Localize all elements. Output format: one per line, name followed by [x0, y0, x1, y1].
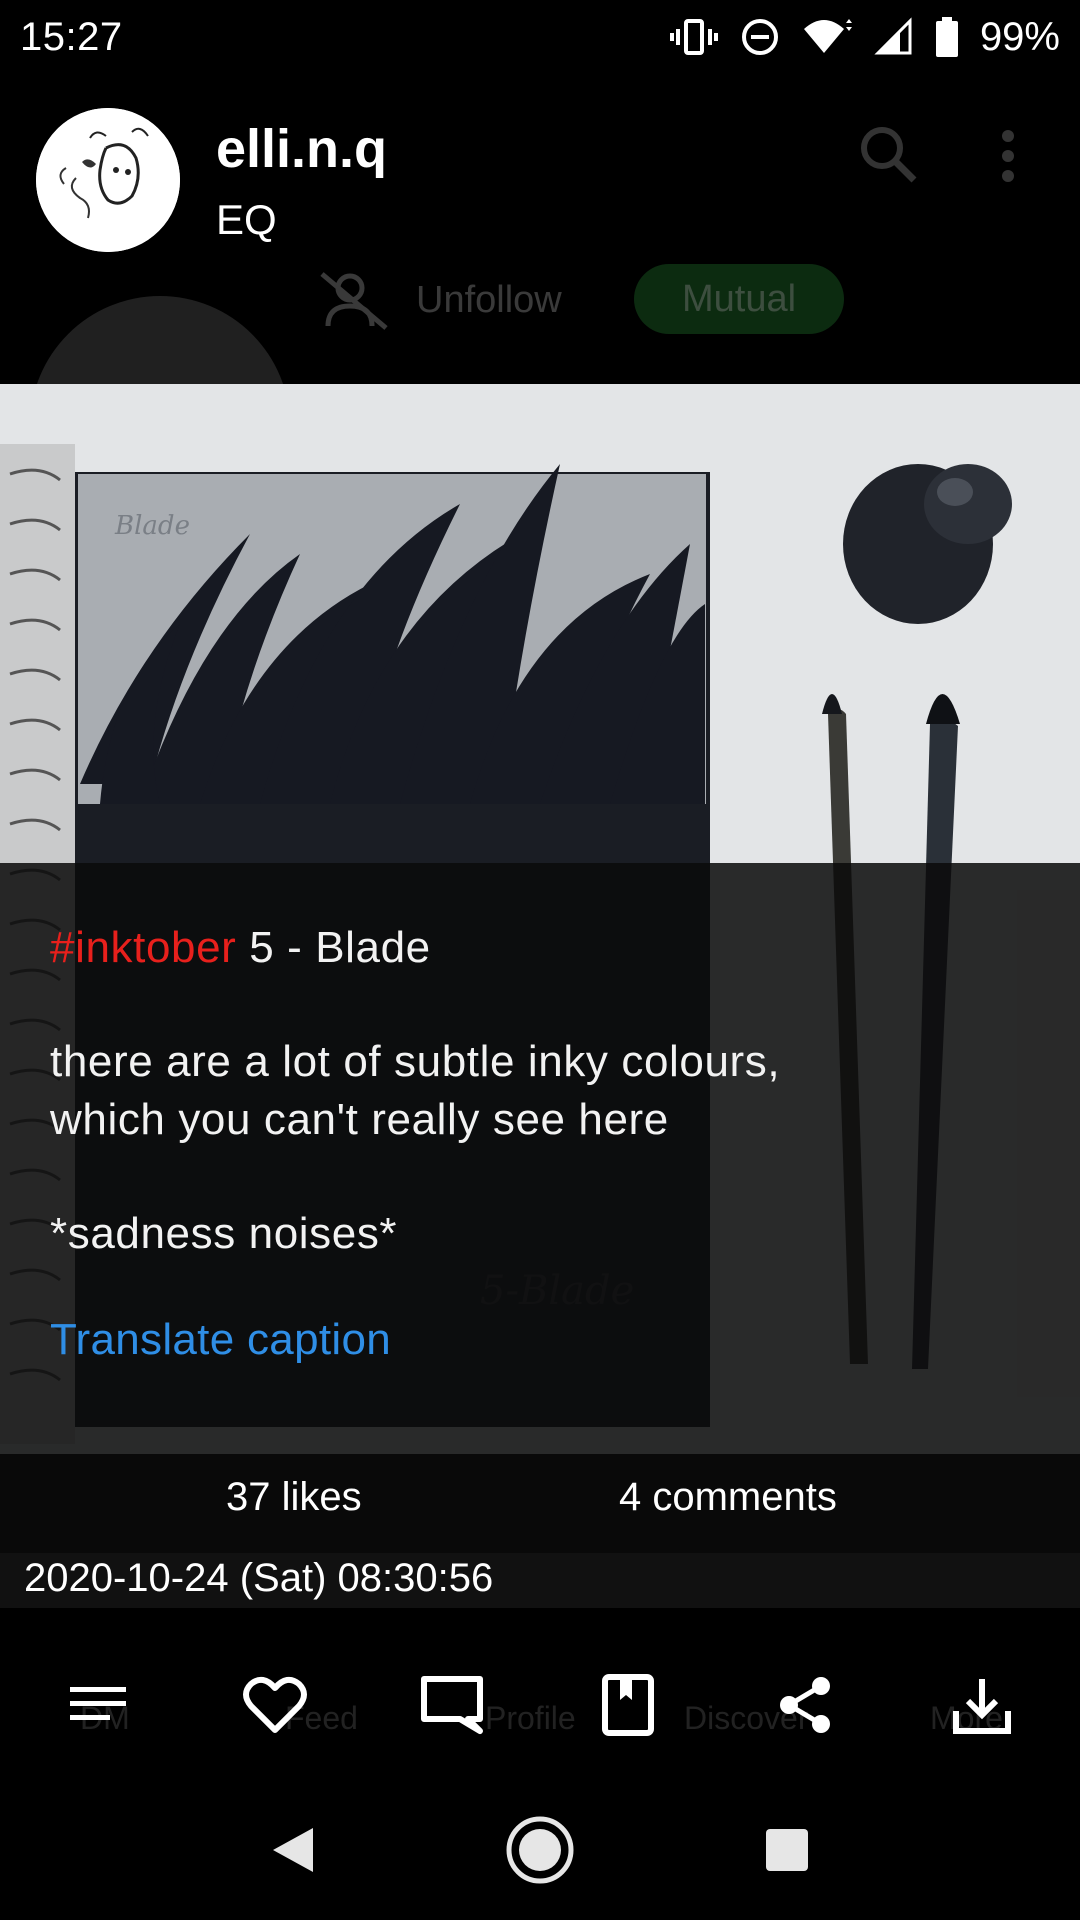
back-icon: [273, 1828, 314, 1872]
do-not-disturb-icon: [741, 19, 778, 55]
background-mutual-badge: Mutual: [634, 264, 844, 334]
home-button[interactable]: [485, 1795, 595, 1905]
page-title: elli.n.q: [216, 119, 388, 179]
recents-button[interactable]: [732, 1795, 842, 1905]
recents-icon: [765, 1829, 808, 1871]
share-button[interactable]: [755, 1655, 855, 1755]
caption-line-2: which you can't really see here: [50, 1095, 669, 1144]
caption-line-3: *sadness noises*: [50, 1209, 398, 1258]
status-icons: 99%: [669, 14, 1060, 60]
status-time: 15:27: [20, 14, 123, 59]
menu-icon: [70, 1687, 127, 1720]
share-icon: [779, 1677, 830, 1733]
background-avatar: [30, 296, 290, 384]
download-icon: [952, 1679, 1011, 1734]
status-bar: 15:27 99%: [0, 0, 1080, 74]
page-subtitle: EQ: [216, 196, 277, 243]
home-icon: [506, 1816, 574, 1884]
post-stats: 37 likes 4 comments: [0, 1463, 1080, 1553]
system-nav-bar: [0, 1780, 1080, 1920]
background-unfollow-button: Unfollow: [320, 270, 562, 330]
comment-button[interactable]: [402, 1655, 502, 1755]
action-bar: [0, 1640, 1080, 1770]
background-mutual-label: Mutual: [681, 277, 797, 320]
caption-panel: #inktober 5 - Blade there are a lot of s…: [0, 863, 1080, 1463]
like-button[interactable]: [225, 1655, 325, 1755]
background-search-icon: [861, 127, 917, 183]
translate-caption-link[interactable]: Translate caption: [50, 1315, 391, 1365]
caption-gap: [50, 977, 1030, 1033]
likes-count[interactable]: 37 likes: [226, 1475, 362, 1520]
caption-gap: [50, 1149, 1030, 1205]
avatar-drawing: [36, 108, 180, 252]
menu-button[interactable]: [48, 1655, 148, 1755]
caption-line-1: there are a lot of subtle inky colours,: [50, 1037, 781, 1086]
vibrate-icon: [669, 19, 718, 55]
post-date: 2020-10-24 (Sat) 08:30:56: [24, 1556, 494, 1600]
wifi-icon: [803, 19, 852, 53]
comment-icon: [420, 1676, 483, 1734]
svg-text:Blade: Blade: [114, 511, 190, 541]
heart-icon: [243, 1676, 307, 1733]
background-profile: Unfollow Mutual: [0, 74, 1080, 384]
caption-title: #inktober 5 - Blade: [50, 919, 1030, 977]
unfollow-icon: [320, 272, 388, 330]
caption-title-text: 5 - Blade: [236, 923, 431, 972]
download-button[interactable]: [932, 1655, 1032, 1755]
back-button[interactable]: [238, 1795, 348, 1905]
hashtag-link[interactable]: #inktober: [50, 923, 236, 972]
battery-icon: [935, 17, 958, 57]
bookmark-button[interactable]: [578, 1655, 678, 1755]
bookmark-icon: [602, 1674, 655, 1736]
background-unfollow-label: Unfollow: [416, 278, 562, 321]
battery-percent: 99%: [979, 14, 1060, 59]
avatar[interactable]: [36, 108, 180, 252]
cell-signal-icon: [874, 17, 912, 55]
comments-count[interactable]: 4 comments: [619, 1475, 837, 1520]
background-more-icon: [1002, 130, 1014, 182]
